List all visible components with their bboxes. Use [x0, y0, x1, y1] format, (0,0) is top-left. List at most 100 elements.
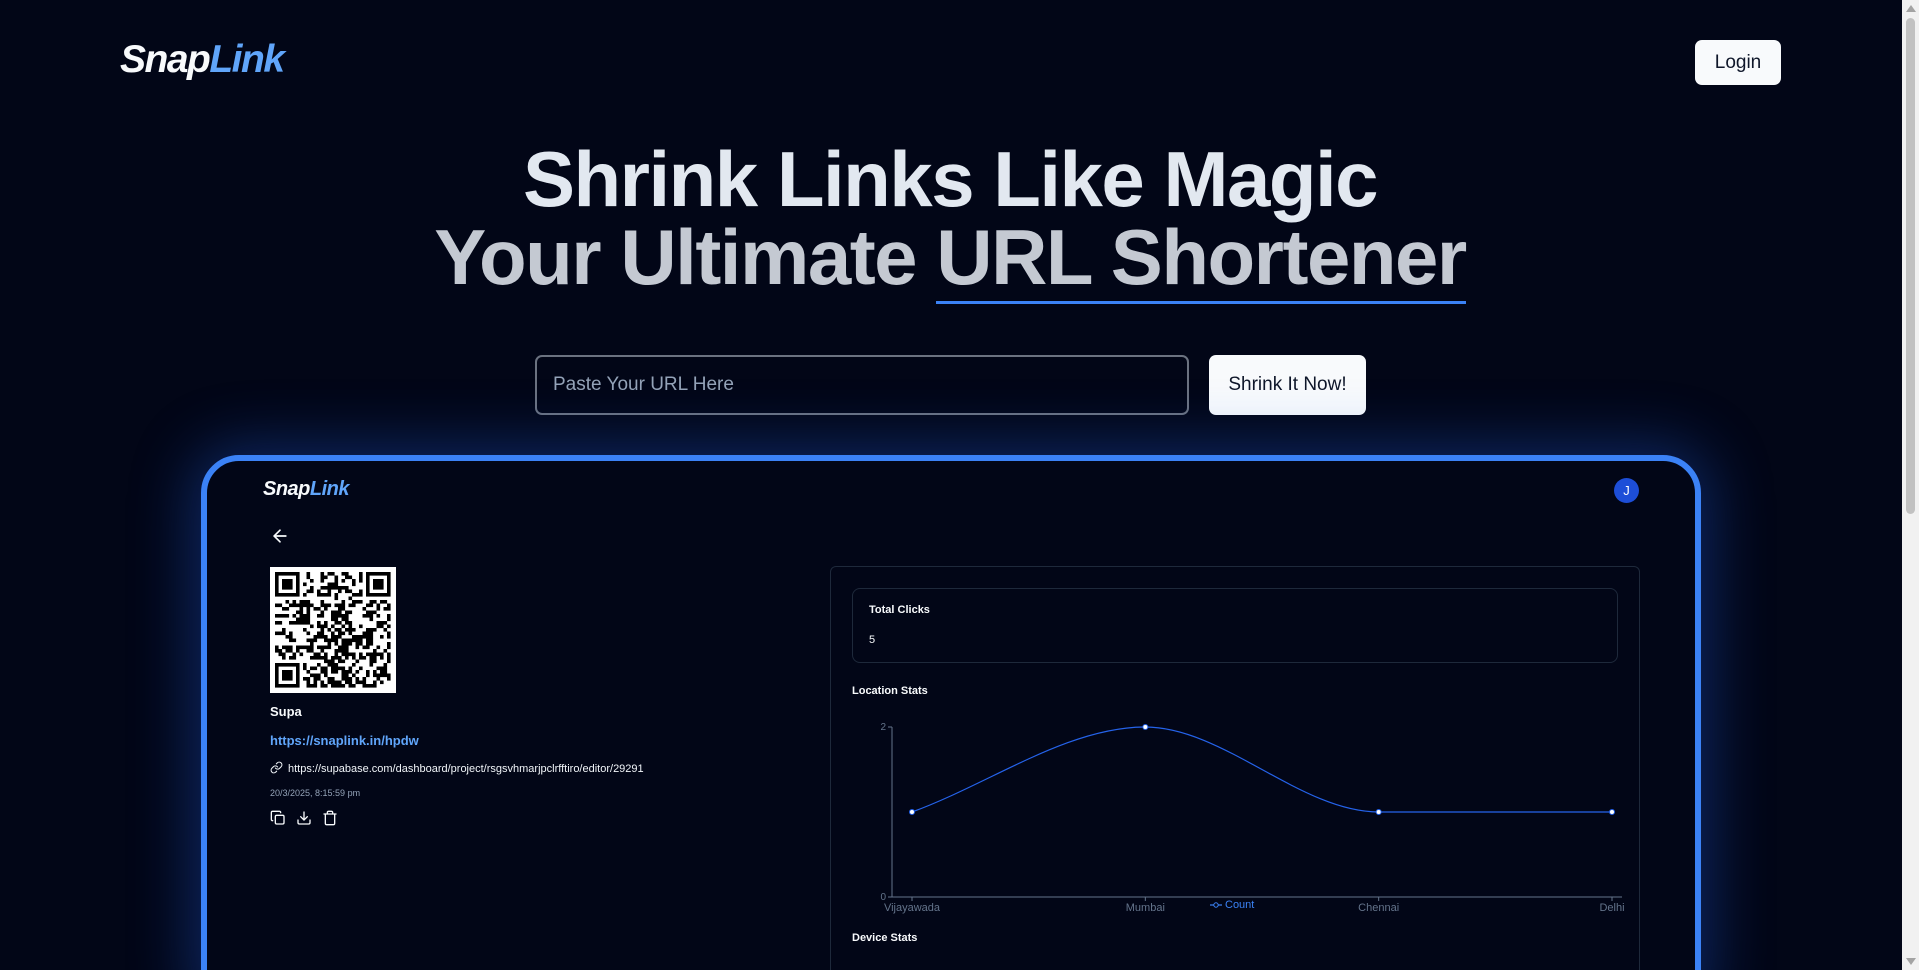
legend-line-icon: [1210, 902, 1222, 908]
qr-module: [345, 621, 349, 625]
logo[interactable]: SnapLink: [120, 38, 285, 82]
qr-module: [387, 656, 391, 660]
qr-module: [359, 638, 363, 643]
qr-module: [366, 638, 370, 643]
qr-module: [369, 617, 374, 622]
qr-module: [341, 684, 346, 688]
qr-module: [341, 670, 346, 674]
qr-module: [383, 593, 388, 597]
qr-module: [334, 638, 339, 643]
qr-module: [292, 600, 297, 604]
qr-module: [334, 642, 339, 646]
arrow-left-icon[interactable]: [270, 526, 290, 546]
hero-heading: Shrink Links Like Magic Your Ultimate UR…: [0, 140, 1900, 304]
qr-module: [324, 673, 328, 678]
qr-module: [387, 582, 391, 587]
qr-module: [331, 614, 335, 618]
qr-module: [387, 607, 391, 611]
avatar[interactable]: J: [1614, 478, 1639, 503]
qr-module: [359, 624, 363, 629]
scrollbar[interactable]: [1902, 0, 1919, 970]
qr-module: [366, 586, 370, 590]
qr-module: [334, 656, 339, 660]
long-url-row: https://supabase.com/dashboard/project/r…: [270, 761, 644, 777]
qr-module: [348, 603, 353, 608]
download-icon[interactable]: [296, 810, 312, 826]
qr-module: [355, 638, 360, 643]
device-stats-title: Device Stats: [852, 932, 918, 944]
qr-module: [362, 635, 367, 639]
qr-module: [306, 610, 311, 615]
qr-module: [317, 631, 321, 636]
qr-module: [285, 614, 290, 618]
qr-module: [366, 610, 370, 615]
qr-module: [317, 593, 321, 597]
data-point: [909, 809, 915, 815]
qr-module: [285, 673, 290, 678]
qr-module: [289, 572, 293, 576]
qr-module: [275, 621, 279, 625]
qr-module: [296, 617, 300, 622]
qr-module: [310, 684, 314, 688]
qr-module: [292, 638, 297, 643]
short-url-link[interactable]: https://snaplink.in/hpdw: [270, 733, 419, 748]
login-button[interactable]: Login: [1695, 40, 1781, 85]
qr-module: [289, 684, 293, 688]
qr-module: [341, 645, 346, 650]
qr-module: [369, 684, 374, 688]
qr-module: [341, 607, 346, 611]
qr-module: [306, 600, 311, 604]
qr-module: [373, 628, 377, 632]
qr-module: [366, 589, 370, 594]
qr-module: [334, 652, 339, 657]
chart-legend[interactable]: Count: [1210, 899, 1254, 911]
qr-module: [345, 649, 349, 653]
url-input[interactable]: [535, 355, 1189, 415]
copy-icon[interactable]: [270, 810, 286, 826]
qr-module: [348, 652, 353, 657]
qr-module: [278, 593, 283, 597]
qr-module: [338, 628, 342, 632]
qr-module: [345, 673, 349, 678]
qr-module: [327, 582, 332, 587]
qr-module: [299, 621, 304, 625]
qr-module: [327, 628, 332, 632]
trash-icon[interactable]: [322, 810, 338, 826]
qr-module: [317, 652, 321, 657]
qr-module: [278, 621, 283, 625]
qr-module: [359, 575, 363, 580]
qr-module: [289, 663, 293, 667]
qr-module: [338, 603, 342, 608]
qr-module: [362, 680, 367, 685]
qr-module: [373, 649, 377, 653]
qr-module: [285, 663, 290, 667]
qr-module: [369, 603, 374, 608]
scroll-up-arrow-icon[interactable]: [1906, 5, 1916, 12]
scroll-thumb[interactable]: [1906, 18, 1915, 514]
qr-module: [292, 652, 297, 657]
qr-module: [278, 663, 283, 667]
qr-module: [306, 614, 311, 618]
qr-module: [338, 684, 342, 688]
qr-module: [380, 673, 384, 678]
qr-module: [348, 596, 353, 601]
qr-module: [345, 614, 349, 618]
scroll-down-arrow-icon[interactable]: [1906, 958, 1916, 965]
qr-module: [320, 614, 325, 618]
qr-module: [296, 645, 300, 650]
qr-module: [313, 673, 318, 678]
qr-module: [341, 677, 346, 681]
qr-module: [306, 638, 311, 643]
shrink-button[interactable]: Shrink It Now!: [1209, 355, 1366, 415]
qr-module: [366, 582, 370, 587]
qr-module: [306, 621, 311, 625]
qr-module: [366, 631, 370, 636]
qr-module: [341, 586, 346, 590]
qr-module: [331, 624, 335, 629]
qr-module: [296, 586, 300, 590]
qr-module: [306, 589, 311, 594]
qr-module: [380, 593, 384, 597]
qr-module: [387, 677, 391, 681]
long-url[interactable]: https://supabase.com/dashboard/project/r…: [288, 763, 644, 775]
qr-module: [369, 659, 374, 664]
